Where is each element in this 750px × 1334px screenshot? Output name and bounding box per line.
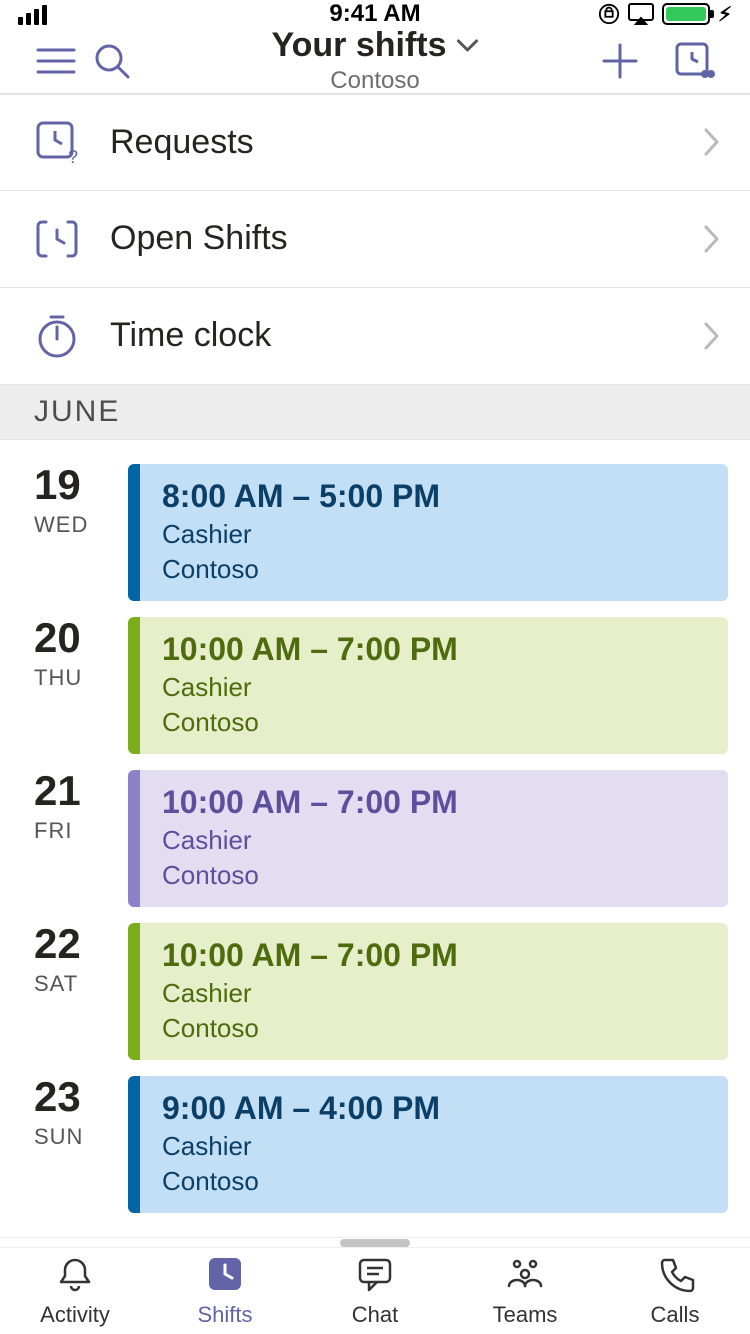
day-number: 22	[34, 923, 128, 965]
nav-calls[interactable]: Calls	[600, 1248, 750, 1334]
menu-label: Open Shifts	[110, 219, 704, 258]
nav-chat[interactable]: Chat	[300, 1248, 450, 1334]
shift-card[interactable]: 9:00 AM – 4:00 PM Cashier Contoso	[128, 1076, 728, 1213]
app-header: Your shifts Contoso	[0, 29, 750, 94]
shift-time: 10:00 AM – 7:00 PM	[162, 631, 706, 668]
team-schedule-button[interactable]	[666, 33, 722, 89]
day-date: 20 THU	[0, 617, 128, 754]
day-weekday: WED	[34, 512, 128, 538]
shifts-icon	[205, 1254, 245, 1294]
day-date: 21 FRI	[0, 770, 128, 907]
day-weekday: FRI	[34, 818, 128, 844]
signal-icon	[18, 3, 52, 25]
shift-card[interactable]: 10:00 AM – 7:00 PM Cashier Contoso	[128, 770, 728, 907]
shift-role: Cashier	[162, 825, 706, 856]
nav-shifts[interactable]: Shifts	[150, 1248, 300, 1334]
shift-time: 10:00 AM – 7:00 PM	[162, 937, 706, 974]
nav-label: Calls	[651, 1302, 700, 1328]
day-date: 19 WED	[0, 464, 128, 601]
svg-text:?: ?	[68, 147, 78, 165]
day-row: 20 THU 10:00 AM – 7:00 PM Cashier Contos…	[0, 617, 728, 754]
battery-icon	[662, 3, 710, 25]
teams-icon	[503, 1254, 547, 1294]
nav-label: Teams	[493, 1302, 558, 1328]
header-title-group[interactable]: Your shifts Contoso	[271, 26, 478, 95]
menu-label: Requests	[110, 123, 704, 162]
month-header: JUNE	[0, 385, 750, 440]
shift-list: 19 WED 8:00 AM – 5:00 PM Cashier Contoso…	[0, 440, 750, 1237]
chat-icon	[355, 1254, 395, 1294]
shift-role: Cashier	[162, 672, 706, 703]
day-date: 23 SUN	[0, 1076, 128, 1213]
header-subtitle: Contoso	[271, 67, 478, 95]
shift-team: Contoso	[162, 707, 706, 738]
shift-team: Contoso	[162, 860, 706, 891]
menu-item-requests[interactable]: ? Requests	[0, 94, 750, 191]
chevron-right-icon	[704, 128, 720, 156]
chevron-right-icon	[704, 322, 720, 350]
menu-label: Time clock	[110, 316, 704, 355]
time-clock-icon	[30, 309, 84, 363]
status-bar: 9:41 AM ⚡︎	[0, 0, 750, 29]
chevron-right-icon	[704, 225, 720, 253]
search-button[interactable]	[84, 33, 140, 89]
requests-icon: ?	[30, 115, 84, 169]
quick-links: ? Requests Open Shifts Time clock	[0, 94, 750, 385]
shift-card[interactable]: 8:00 AM – 5:00 PM Cashier Contoso	[128, 464, 728, 601]
day-weekday: SUN	[34, 1124, 128, 1150]
add-button[interactable]	[592, 33, 648, 89]
shift-team: Contoso	[162, 1166, 706, 1197]
bell-icon	[55, 1254, 95, 1294]
header-title: Your shifts	[271, 26, 446, 65]
shift-time: 8:00 AM – 5:00 PM	[162, 478, 706, 515]
day-number: 20	[34, 617, 128, 659]
shift-team: Contoso	[162, 1013, 706, 1044]
day-number: 21	[34, 770, 128, 812]
menu-button[interactable]	[28, 33, 84, 89]
shift-time: 10:00 AM – 7:00 PM	[162, 784, 706, 821]
shift-role: Cashier	[162, 519, 706, 550]
shift-role: Cashier	[162, 1131, 706, 1162]
day-row: 21 FRI 10:00 AM – 7:00 PM Cashier Contos…	[0, 770, 728, 907]
nav-label: Chat	[352, 1302, 398, 1328]
day-weekday: SAT	[34, 971, 128, 997]
day-row: 22 SAT 10:00 AM – 7:00 PM Cashier Contos…	[0, 923, 728, 1060]
nav-activity[interactable]: Activity	[0, 1248, 150, 1334]
bottom-nav: Activity Shifts Chat Teams Calls	[0, 1247, 750, 1334]
shift-team: Contoso	[162, 554, 706, 585]
day-weekday: THU	[34, 665, 128, 691]
nav-label: Shifts	[197, 1302, 252, 1328]
shift-time: 9:00 AM – 4:00 PM	[162, 1090, 706, 1127]
status-time: 9:41 AM	[329, 0, 420, 28]
shift-card[interactable]: 10:00 AM – 7:00 PM Cashier Contoso	[128, 923, 728, 1060]
open-shifts-icon	[30, 212, 84, 266]
chevron-down-icon	[457, 39, 479, 53]
charging-icon: ⚡︎	[718, 2, 732, 27]
day-row: 23 SUN 9:00 AM – 4:00 PM Cashier Contoso	[0, 1076, 728, 1213]
menu-item-open-shifts[interactable]: Open Shifts	[0, 191, 750, 288]
shift-card[interactable]: 10:00 AM – 7:00 PM Cashier Contoso	[128, 617, 728, 754]
shift-role: Cashier	[162, 978, 706, 1009]
nav-teams[interactable]: Teams	[450, 1248, 600, 1334]
orientation-lock-icon	[598, 3, 620, 25]
day-number: 23	[34, 1076, 128, 1118]
airplay-icon	[628, 3, 654, 25]
day-date: 22 SAT	[0, 923, 128, 1060]
day-number: 19	[34, 464, 128, 506]
menu-item-time-clock[interactable]: Time clock	[0, 288, 750, 385]
drag-handle[interactable]	[0, 1237, 750, 1247]
nav-label: Activity	[40, 1302, 110, 1328]
phone-icon	[655, 1254, 695, 1294]
day-row: 19 WED 8:00 AM – 5:00 PM Cashier Contoso	[0, 464, 728, 601]
